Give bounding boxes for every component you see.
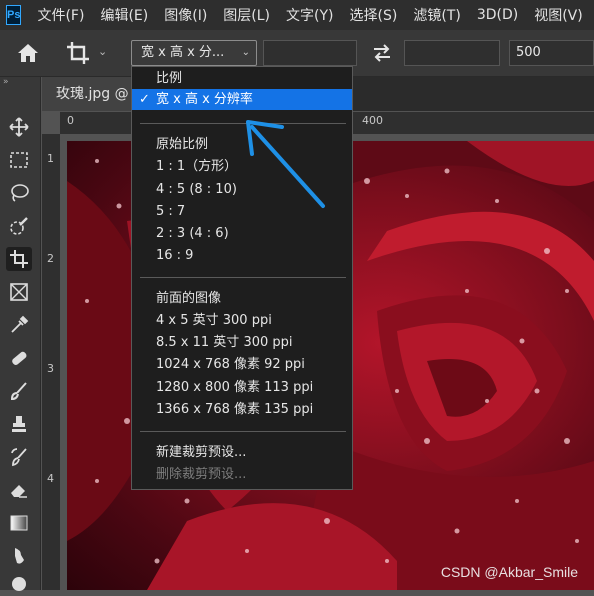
dropdown-separator bbox=[140, 431, 346, 432]
history-brush-icon[interactable] bbox=[6, 445, 32, 469]
resolution-input[interactable]: 500 bbox=[509, 40, 594, 66]
dropdown-separator bbox=[140, 277, 346, 278]
marquee-tool-icon[interactable] bbox=[6, 148, 32, 172]
menu-bar: Ps 文件(F) 编辑(E) 图像(I) 图层(L) 文字(Y) 选择(S) 滤… bbox=[0, 0, 594, 30]
chevron-down-icon[interactable]: ⌄ bbox=[98, 45, 107, 58]
dropdown-item-new-preset[interactable]: 新建裁剪预设... bbox=[132, 442, 352, 463]
menu-filter[interactable]: 滤镜(T) bbox=[405, 5, 468, 25]
dropdown-separator bbox=[140, 123, 346, 124]
ruler-label: 2 bbox=[47, 252, 54, 265]
clone-stamp-icon[interactable] bbox=[6, 412, 32, 436]
watermark-text: CSDN @Akbar_Smile bbox=[440, 564, 578, 580]
gradient-tool-icon[interactable] bbox=[6, 511, 32, 535]
crop-ratio-value: 宽 x 高 x 分... bbox=[141, 45, 225, 60]
height-input[interactable] bbox=[404, 40, 500, 66]
dropdown-item-w-h-res[interactable]: ✓ 宽 x 高 x 分辨率 bbox=[132, 89, 352, 110]
eyedropper-tool-icon[interactable] bbox=[6, 313, 32, 337]
width-input[interactable] bbox=[263, 40, 357, 66]
dropdown-item-ratio[interactable]: 比例 bbox=[132, 68, 352, 89]
dropdown-item-1366x768[interactable]: 1366 x 768 像素 135 ppi bbox=[132, 399, 352, 420]
dropdown-item-5-7[interactable]: 5 : 7 bbox=[132, 201, 352, 222]
photoshop-logo-icon[interactable]: Ps bbox=[6, 5, 22, 25]
dropdown-item-label: 宽 x 高 x 分辨率 bbox=[156, 92, 253, 107]
dodge-tool-icon[interactable] bbox=[6, 572, 32, 596]
menu-edit[interactable]: 编辑(E) bbox=[92, 5, 156, 25]
menu-3d[interactable]: 3D(D) bbox=[469, 7, 526, 23]
ruler-label: 400 bbox=[362, 114, 383, 127]
eraser-tool-icon[interactable] bbox=[6, 478, 32, 502]
crop-tool-icon[interactable] bbox=[6, 247, 32, 271]
menu-type[interactable]: 文字(Y) bbox=[278, 5, 341, 25]
brush-tool-icon[interactable] bbox=[6, 379, 32, 403]
menu-image[interactable]: 图像(I) bbox=[156, 5, 215, 25]
crop-tool-icon[interactable] bbox=[64, 40, 92, 66]
ruler-label: 3 bbox=[47, 362, 54, 375]
lasso-tool-icon[interactable] bbox=[6, 181, 32, 205]
frame-tool-icon[interactable] bbox=[6, 280, 32, 304]
smudge-tool-icon[interactable] bbox=[6, 544, 32, 568]
chevron-down-icon: ⌄ bbox=[241, 47, 250, 58]
dropdown-item-front-image[interactable]: 前面的图像 bbox=[132, 288, 352, 309]
ruler-label: 1 bbox=[47, 152, 54, 165]
vertical-ruler: 1 2 3 4 bbox=[42, 134, 60, 590]
healing-brush-icon[interactable] bbox=[6, 346, 32, 370]
menu-view[interactable]: 视图(V) bbox=[526, 5, 591, 25]
menu-layer[interactable]: 图层(L) bbox=[215, 5, 278, 25]
menu-file[interactable]: 文件(F) bbox=[29, 5, 92, 25]
quick-select-tool-icon[interactable] bbox=[6, 214, 32, 238]
dropdown-item-2-3[interactable]: 2 : 3 (4 : 6) bbox=[132, 223, 352, 244]
home-icon[interactable] bbox=[14, 42, 42, 64]
dropdown-item-delete-preset: 删除裁剪预设... bbox=[156, 467, 247, 482]
dropdown-item-1-1[interactable]: 1 : 1（方形） bbox=[132, 156, 352, 177]
dropdown-item-1280x800[interactable]: 1280 x 800 像素 113 ppi bbox=[132, 377, 352, 398]
move-tool-icon[interactable] bbox=[6, 115, 32, 139]
checkmark-icon: ✓ bbox=[139, 92, 150, 107]
crop-ratio-select[interactable]: 宽 x 高 x 分... ⌄ bbox=[131, 40, 257, 66]
dropdown-item-8-5x11in[interactable]: 8.5 x 11 英寸 300 ppi bbox=[132, 332, 352, 353]
dropdown-item-4-5[interactable]: 4 : 5 (8 : 10) bbox=[132, 179, 352, 200]
ruler-label: 0 bbox=[67, 114, 74, 127]
swap-icon[interactable] bbox=[372, 44, 392, 62]
document-tab[interactable]: 玫瑰.jpg @ bbox=[42, 77, 138, 111]
collapse-panel-icon[interactable]: » bbox=[3, 77, 8, 87]
dropdown-item-16-9[interactable]: 16 : 9 bbox=[132, 245, 352, 266]
dropdown-item-4x5in[interactable]: 4 x 5 英寸 300 ppi bbox=[132, 310, 352, 331]
tools-panel: » bbox=[0, 77, 41, 591]
crop-ratio-dropdown: 比例 ✓ 宽 x 高 x 分辨率 原始比例 1 : 1（方形） 4 : 5 (8… bbox=[131, 66, 353, 490]
dropdown-item-1024x768[interactable]: 1024 x 768 像素 92 ppi bbox=[132, 354, 352, 375]
dropdown-item-original-ratio[interactable]: 原始比例 bbox=[132, 134, 352, 155]
ruler-label: 4 bbox=[47, 472, 54, 485]
menu-select[interactable]: 选择(S) bbox=[342, 5, 406, 25]
